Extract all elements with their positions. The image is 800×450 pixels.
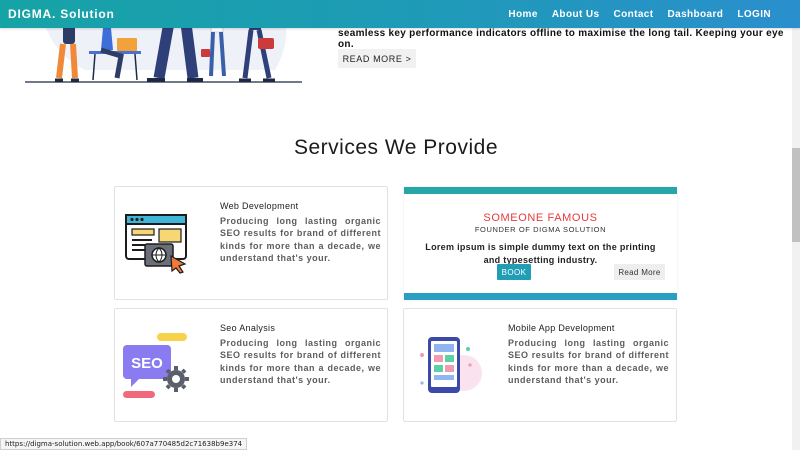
testimonial-role: FOUNDER OF DIGMA SOLUTION — [474, 225, 607, 234]
page: seamless key performance indicators offl… — [0, 0, 800, 450]
nav-home[interactable]: Home — [501, 9, 544, 20]
section-title: Services We Provide — [293, 136, 499, 159]
hero-text: seamless key performance indicators offl… — [338, 28, 784, 50]
testimonial-card: SOMEONE FAMOUS FOUNDER OF DIGMA SOLUTION… — [404, 187, 677, 300]
mobile-app-icon — [420, 337, 482, 393]
card-title: Web Development — [220, 201, 299, 211]
nav-links: Home About Us Contact Dashboard LOGIN — [501, 0, 800, 28]
brand-logo[interactable]: DIGMA. Solution — [8, 7, 115, 21]
service-card-seo-analysis[interactable]: SEO Seo Analysis Producing long lasting … — [114, 308, 388, 422]
testimonial-name: SOMEONE FAMOUS — [483, 212, 598, 224]
card-description: Producing long lasting organic SEO resul… — [220, 216, 381, 264]
service-card-web-development[interactable]: Web Development Producing long lasting o… — [114, 186, 388, 300]
nav-contact[interactable]: Contact — [606, 9, 660, 20]
web-development-icon — [125, 214, 187, 274]
nav-login[interactable]: LOGIN — [730, 9, 800, 20]
link-status-bar: https://digma-solution.web.app/book/607a… — [0, 438, 248, 450]
scrollbar-thumb[interactable] — [792, 148, 800, 242]
nav-about-us[interactable]: About Us — [545, 9, 607, 20]
testimonial-quote: Lorem ipsum is simple dummy text on the … — [425, 242, 656, 265]
read-more-button[interactable]: READ MORE > — [338, 49, 416, 68]
service-card-mobile-app-development[interactable]: Mobile App Development Producing long la… — [403, 308, 677, 422]
seo-icon: SEO — [123, 333, 189, 398]
nav-dashboard[interactable]: Dashboard — [660, 9, 730, 20]
card-title: Mobile App Development — [508, 323, 615, 333]
card-description: Producing long lasting organic SEO resul… — [220, 338, 381, 386]
book-button[interactable]: BOOK — [497, 264, 531, 280]
testimonial-read-more-button[interactable]: Read More — [614, 264, 665, 280]
seo-icon-text: SEO — [131, 355, 163, 372]
card-title: Seo Analysis — [220, 323, 276, 333]
card-description: Producing long lasting organic SEO resul… — [508, 338, 669, 386]
navbar: DIGMA. Solution Home About Us Contact Da… — [0, 0, 800, 28]
